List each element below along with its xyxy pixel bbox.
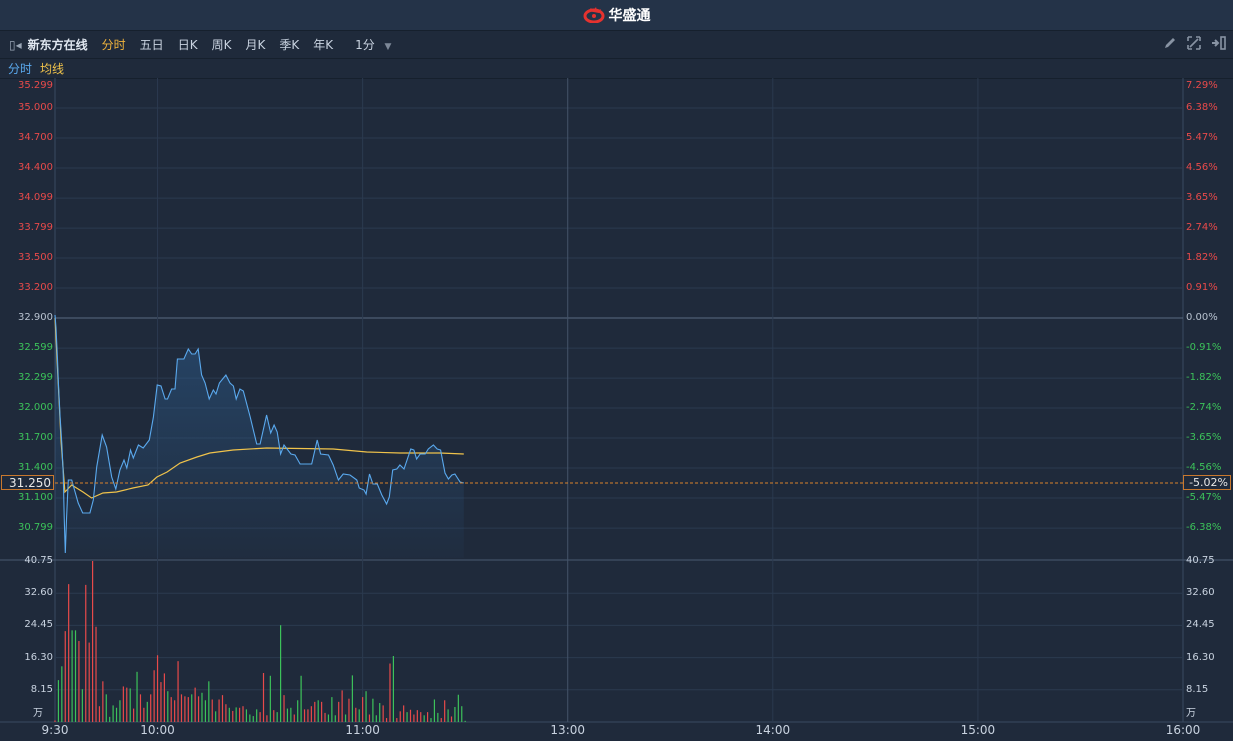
time-tick-label: 14:00 (755, 723, 791, 737)
time-tick-label: 13:00 (550, 723, 586, 737)
time-tick-label: 10:00 (140, 723, 175, 737)
price-area (55, 315, 464, 558)
volume-unit-label: 万 (33, 708, 43, 719)
pct-tick-label: -5.47% (1186, 492, 1222, 503)
price-tick-label: 33.500 (18, 252, 53, 263)
pct-tick-label: -0.91% (1186, 342, 1222, 354)
pct-tick-label: 6.38% (1186, 102, 1218, 113)
price-tick-label: 31.400 (18, 462, 53, 473)
volume-tick-label: 24.45 (24, 619, 53, 631)
pct-tick-label: 7.29% (1186, 80, 1218, 91)
volume-tick-label: 8.15 (30, 683, 53, 695)
pct-tick-label: -2.74% (1186, 402, 1222, 413)
pct-tick-label: 0.91% (1186, 282, 1218, 293)
volume-tick-label: 24.45 (1186, 619, 1215, 631)
volume-tick-label: 32.60 (24, 587, 53, 599)
price-tick-label: 34.099 (18, 192, 53, 204)
pct-tick-label: -3.65% (1186, 432, 1222, 443)
price-tick-label: 32.599 (18, 342, 53, 354)
volume-tick-label: 16.30 (24, 651, 53, 663)
price-tick-label: 33.200 (18, 282, 53, 293)
price-tick-label: 31.700 (18, 432, 53, 443)
volume-tick-label: 40.75 (1186, 555, 1215, 566)
pct-tick-label: 0.00% (1186, 312, 1218, 323)
pct-tick-label: 3.65% (1186, 192, 1218, 204)
price-tick-label: 32.900 (18, 312, 53, 323)
pct-tick-label: 5.47% (1186, 132, 1218, 143)
price-tick-label: 33.799 (18, 222, 53, 234)
time-tick-label: 16:00 (1165, 723, 1201, 737)
pct-tick-label: -4.56% (1186, 462, 1222, 473)
price-tick-label: 31.100 (18, 492, 53, 503)
intraday-chart[interactable] (0, 0, 1233, 741)
price-tick-label: 35.000 (18, 102, 53, 113)
current-price-marker: 31.250 (1, 475, 54, 490)
volume-unit-label: 万 (1186, 708, 1196, 719)
price-tick-label: 32.000 (18, 402, 53, 413)
time-tick-label: 15:00 (960, 723, 996, 737)
price-tick-label: 35.299 (18, 80, 53, 91)
volume-tick-label: 32.60 (1186, 587, 1215, 599)
volume-tick-label: 16.30 (1186, 651, 1215, 663)
pct-tick-label: -1.82% (1186, 372, 1222, 384)
price-tick-label: 34.400 (18, 162, 53, 173)
pct-tick-label: 4.56% (1186, 162, 1218, 173)
time-tick-label: 11:00 (345, 723, 380, 737)
volume-tick-label: 8.15 (1186, 683, 1209, 695)
pct-tick-label: 2.74% (1186, 222, 1218, 234)
current-change-marker: -5.02% (1183, 475, 1231, 490)
pct-tick-label: -6.38% (1186, 522, 1222, 534)
volume-tick-label: 40.75 (24, 555, 53, 566)
price-tick-label: 32.299 (18, 372, 53, 384)
time-tick-label: 9:30 (41, 723, 69, 737)
price-tick-label: 34.700 (18, 132, 53, 143)
pct-tick-label: 1.82% (1186, 252, 1218, 263)
price-tick-label: 30.799 (18, 522, 53, 534)
